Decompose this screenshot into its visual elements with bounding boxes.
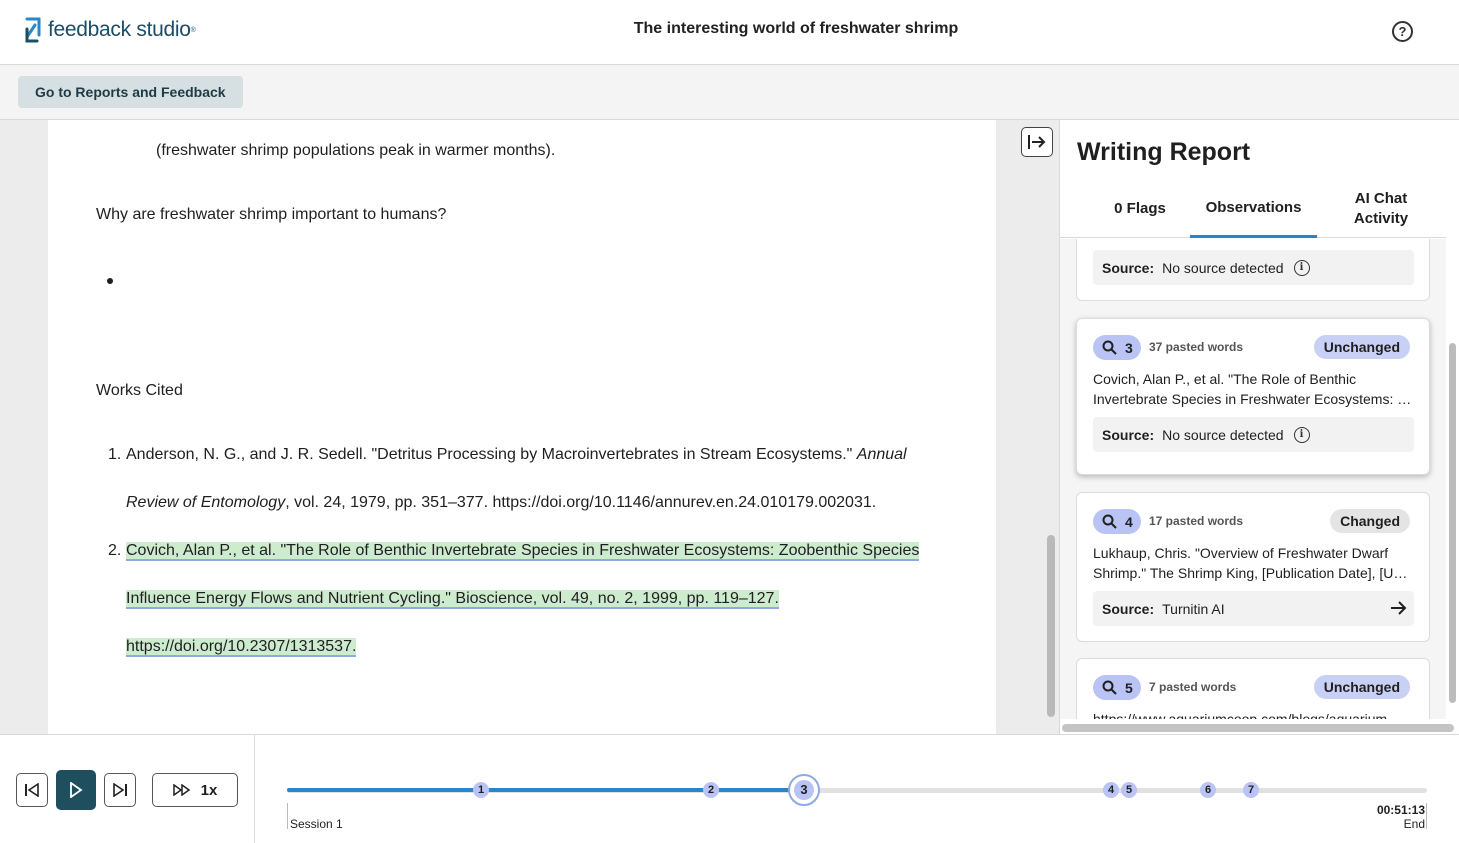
help-icon[interactable]: ?: [1392, 21, 1413, 42]
source-label: Source:: [1102, 259, 1155, 276]
highlight-pasted[interactable]: Influence Energy Flows and Nutrient Cycl…: [126, 590, 779, 609]
citation-1-line1: Anderson, N. G., and J. R. Sedell. "Detr…: [126, 446, 907, 463]
arrow-right-icon[interactable]: [1389, 599, 1407, 617]
info-icon[interactable]: i: [1293, 259, 1310, 276]
timeline-marker-4[interactable]: 4: [1103, 782, 1119, 798]
panel-horizontal-scrollbar[interactable]: [1062, 724, 1454, 732]
highlight-pasted[interactable]: https://doi.org/10.2307/1313537.: [126, 638, 357, 657]
session-label: Session 1: [290, 817, 343, 831]
citation-2-line2[interactable]: Influence Energy Flows and Nutrient Cycl…: [126, 590, 779, 609]
timeline-marker-6[interactable]: 6: [1200, 782, 1216, 798]
citation-2-number: 2.: [108, 542, 122, 559]
play-button[interactable]: [56, 770, 96, 810]
timeline-marker-1[interactable]: 1: [473, 782, 489, 798]
timeline-marker-current[interactable]: 3: [788, 774, 820, 806]
timeline-marker-7[interactable]: 7: [1243, 782, 1259, 798]
source-value: No source detected: [1162, 426, 1284, 443]
app-header: feedback studio ® The interesting world …: [0, 0, 1459, 65]
collapse-arrow-icon: [1028, 135, 1046, 149]
pasted-word-count: 17 pasted words: [1149, 514, 1244, 528]
timeline-progress: [287, 788, 804, 792]
observation-number: 5: [1125, 679, 1133, 696]
observation-card-3[interactable]: 3 37 pasted words Unchanged Covich, Alan…: [1076, 318, 1430, 475]
doc-line-peak: (freshwater shrimp populations peak in w…: [156, 142, 556, 159]
pasted-word-count: 37 pasted words: [1149, 340, 1244, 354]
citation-1-line2: Review of Entomology, vol. 24, 1979, pp.…: [126, 494, 877, 511]
skip-forward-icon: [113, 783, 127, 797]
timeline-marker-5[interactable]: 5: [1121, 782, 1137, 798]
end-label: End: [1403, 817, 1425, 831]
observation-number: 3: [1125, 339, 1133, 356]
document-page: (freshwater shrimp populations peak in w…: [48, 120, 996, 734]
timeline-marker-3: 3: [794, 780, 814, 800]
skip-back-icon: [25, 783, 39, 797]
observation-card-4[interactable]: 4 17 pasted words Changed Lukhaup, Chris…: [1076, 492, 1430, 642]
pasted-word-count: 7 pasted words: [1149, 680, 1237, 694]
observation-badge[interactable]: 4: [1093, 509, 1141, 534]
timeline-marker-2[interactable]: 2: [703, 782, 719, 798]
observations-list[interactable]: Source: No source detected i 3 37 pasted…: [1060, 239, 1446, 719]
observation-card-2[interactable]: Source: No source detected i: [1076, 239, 1430, 301]
tab-ai-chat-activity[interactable]: AI Chat Activity: [1330, 180, 1432, 238]
magnifier-icon: [1102, 340, 1117, 355]
timeline-start-tick: [287, 803, 288, 829]
source-label: Source:: [1102, 600, 1155, 617]
observation-number: 4: [1125, 513, 1133, 530]
source-label: Source:: [1102, 426, 1155, 443]
status-badge: Unchanged: [1313, 335, 1410, 359]
play-icon: [70, 782, 83, 798]
skip-to-end-button[interactable]: [104, 773, 136, 807]
highlight-pasted[interactable]: Covich, Alan P., et al. "The Role of Ben…: [126, 542, 920, 561]
timeline-end-tick: [1426, 803, 1427, 829]
end-time: 00:51:13: [1376, 803, 1425, 817]
fast-forward-icon: [172, 784, 190, 796]
citation-2-line3[interactable]: https://doi.org/10.2307/1313537.: [126, 638, 357, 657]
writing-report-panel: Writing Report 0 Flags Observations AI C…: [1059, 120, 1446, 734]
source-row[interactable]: Source: Turnitin AI: [1093, 591, 1414, 626]
source-row: Source: No source detected i: [1093, 417, 1414, 452]
go-to-reports-button[interactable]: Go to Reports and Feedback: [18, 76, 243, 108]
observation-badge[interactable]: 5: [1093, 675, 1141, 700]
observation-excerpt: Covich, Alan P., et al. "The Role of Ben…: [1093, 371, 1415, 407]
source-value: No source detected: [1162, 259, 1284, 276]
player-divider: [254, 735, 255, 843]
tab-observations[interactable]: Observations: [1190, 180, 1317, 238]
playback-speed-button[interactable]: 1x: [152, 773, 238, 807]
skip-to-start-button[interactable]: [16, 773, 48, 807]
playback-speed-value: 1x: [200, 781, 218, 799]
observation-excerpt: https://www.aquariumcoop.com/blogs/aquar…: [1093, 711, 1388, 719]
observation-badge[interactable]: 3: [1093, 335, 1141, 360]
status-badge: Changed: [1330, 509, 1410, 533]
source-row: Source: No source detected i: [1093, 250, 1414, 285]
empty-bullet: [107, 278, 113, 284]
tab-flags[interactable]: 0 Flags: [1090, 180, 1190, 238]
info-icon[interactable]: i: [1293, 426, 1310, 443]
magnifier-icon: [1102, 514, 1117, 529]
doc-question: Why are freshwater shrimp important to h…: [96, 206, 447, 223]
source-value: Turnitin AI: [1162, 600, 1225, 617]
document-scrollbar[interactable]: [1047, 535, 1055, 717]
magnifier-icon: [1102, 680, 1117, 695]
panel-vertical-scrollbar[interactable]: [1449, 343, 1456, 703]
document-title: The interesting world of freshwater shri…: [633, 20, 959, 37]
replay-player: 1x 1 2 3 4 5 6 7 Session 1 00:51:13 End: [0, 734, 1459, 843]
collapse-panel-button[interactable]: [1021, 127, 1053, 157]
citation-2-line1[interactable]: Covich, Alan P., et al. "The Role of Ben…: [126, 542, 920, 561]
status-badge: Unchanged: [1313, 675, 1410, 699]
citation-1-number: 1.: [108, 446, 122, 463]
works-cited-heading: Works Cited: [96, 382, 183, 399]
panel-title: Writing Report: [1077, 138, 1251, 166]
observation-card-5[interactable]: 5 7 pasted words Unchanged https://www.a…: [1076, 658, 1430, 719]
report-tabs: 0 Flags Observations AI Chat Activity: [1060, 180, 1446, 238]
toolbar: Go to Reports and Feedback: [0, 65, 1459, 120]
observation-excerpt: Lukhaup, Chris. "Overview of Freshwater …: [1093, 545, 1415, 581]
